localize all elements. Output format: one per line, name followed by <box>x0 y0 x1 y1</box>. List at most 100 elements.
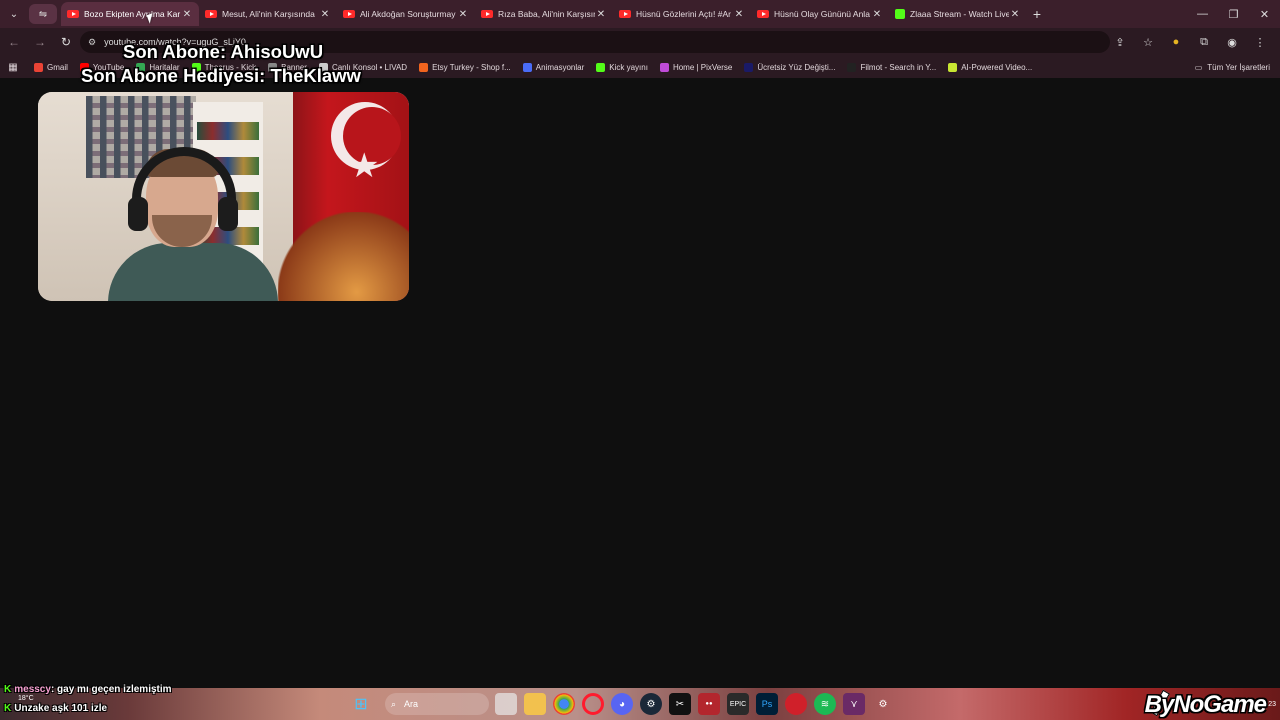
steam-icon[interactable]: ⚙ <box>640 693 662 715</box>
profile-icon[interactable]: ◉ <box>1218 36 1246 49</box>
bookmark-item[interactable]: Gmail <box>34 62 68 72</box>
tab-close-icon[interactable]: ✕ <box>871 9 883 20</box>
window-controls: — ❐ ✕ <box>1187 0 1280 28</box>
tab-title: Bozo Ekipten Ayrılma Kar <box>84 9 181 19</box>
bookmark-favicon-icon <box>596 62 606 72</box>
task-view-icon[interactable] <box>495 693 517 715</box>
folder-icon: ▭ <box>1194 62 1203 72</box>
bookmark-item[interactable]: Filmot - Search in Y... <box>847 62 936 72</box>
opera-icon[interactable] <box>582 693 604 715</box>
all-bookmarks-label: Tüm Yer İşaretleri <box>1207 62 1270 72</box>
site-info-icon[interactable]: ⚙ <box>88 37 96 48</box>
bookmark-favicon-icon <box>847 62 857 72</box>
bookmark-label: Home | PixVerse <box>672 62 733 72</box>
apps-grid-icon[interactable]: ▦ <box>0 62 26 73</box>
tab-close-icon[interactable]: ✕ <box>595 9 607 20</box>
windows-start-icon[interactable]: ⊞ <box>350 693 372 715</box>
tab-search-icon[interactable]: ⇋ <box>29 4 57 24</box>
tab-6[interactable]: Zlaaa Stream - Watch Live ✕ <box>889 2 1027 26</box>
chat-user: Unzake <box>14 703 50 714</box>
tab-title: Hüsnü Olay Gününü Anla <box>774 9 870 19</box>
all-bookmarks[interactable]: ▭ Tüm Yer İşaretleri <box>1195 56 1270 78</box>
streamer-brand: ByNoGame <box>1144 691 1267 718</box>
bookmark-label: Kick yayını <box>609 62 648 72</box>
bookmark-favicon-icon <box>419 62 429 72</box>
discord-icon[interactable]: ◕ <box>611 693 633 715</box>
last-subscriber: Son Abone: AhisoUwU <box>123 41 324 62</box>
youtube-favicon-icon <box>619 10 631 18</box>
streamer <box>108 147 278 301</box>
youtube-favicon-icon <box>481 10 493 18</box>
chat-message: K Unzake aşk 101 izle <box>4 703 107 714</box>
streaming-app-icon[interactable]: ●● <box>698 693 720 715</box>
obs-icon[interactable] <box>785 693 807 715</box>
tab-3[interactable]: Rıza Baba, Ali'nin Karşısın ✕ <box>475 2 613 26</box>
bookmark-label: AI-Powered Video... <box>961 62 1033 72</box>
tab-0[interactable]: Bozo Ekipten Ayrılma Kar ✕ <box>61 2 199 26</box>
kick-icon: K <box>4 684 12 695</box>
tab-title: Ali Akdoğan Soruşturmay <box>360 9 456 19</box>
extension-icon[interactable]: ● <box>1162 36 1190 48</box>
webcam-feed: ★ <box>38 92 409 301</box>
taskbar-search[interactable]: ⌕ Ara <box>385 693 489 715</box>
tab-4[interactable]: Hüsnü Gözlerini Açtı! #Ar ✕ <box>613 2 751 26</box>
bookmark-favicon-icon <box>659 62 669 72</box>
bookmark-label: Ücretsiz Yüz Değişti... <box>757 62 836 72</box>
reload-icon[interactable]: ↻ <box>54 30 78 54</box>
bookmark-item[interactable]: Etsy Turkey - Shop f... <box>419 62 511 72</box>
chrome-icon[interactable] <box>553 693 575 715</box>
chat-text: : gay mı geçen izlemiştim <box>50 684 172 695</box>
bookmark-item[interactable]: Kick yayını <box>596 62 648 72</box>
install-app-icon[interactable]: ⇪ <box>1106 36 1134 49</box>
bookmark-label: Gmail <box>47 62 68 72</box>
bookmark-item[interactable]: Home | PixVerse <box>659 62 733 72</box>
settings-icon[interactable]: ⚙ <box>872 693 894 715</box>
bookmark-item[interactable]: Ücretsiz Yüz Değişti... <box>744 62 836 72</box>
forward-icon[interactable]: → <box>28 30 52 54</box>
visual-studio-icon[interactable]: ⋎ <box>843 693 865 715</box>
bookmark-item[interactable]: Animasyonlar <box>522 62 584 72</box>
bookmark-star-icon[interactable]: ☆ <box>1134 36 1162 49</box>
tab-list-chevron-icon[interactable]: ⌄ <box>3 3 25 25</box>
capcut-icon[interactable]: ✂ <box>669 693 691 715</box>
spotify-icon[interactable]: ≋ <box>814 693 836 715</box>
photoshop-icon[interactable]: Ps <box>756 693 778 715</box>
youtube-favicon-icon <box>343 10 355 18</box>
youtube-favicon-icon <box>205 10 217 18</box>
weather-widget[interactable]: 18°C <box>18 695 34 702</box>
youtube-favicon-icon <box>67 10 79 18</box>
extensions-puzzle-icon[interactable]: ⧉ <box>1190 36 1218 49</box>
toolbar-actions: ⇪ ☆ ● ⧉ ◉ ⋮ <box>1106 28 1274 56</box>
tab-title: Mesut, Ali'nin Karşısında <box>222 9 315 19</box>
bookmark-favicon-icon <box>744 62 754 72</box>
restore-icon[interactable]: ❐ <box>1218 0 1249 28</box>
minimize-icon[interactable]: — <box>1187 0 1218 28</box>
chat-message: Kmesscy: gay mı geçen izlemiştim <box>4 684 172 695</box>
taskbar: ⊞ ⌕ Ara ◕ ⚙ ✂ ●● EPIC Ps ≋ ⋎ ⚙ ⌃ 14:23 <box>0 688 1280 720</box>
epic-games-icon[interactable]: EPIC <box>727 693 749 715</box>
file-explorer-icon[interactable] <box>524 693 546 715</box>
tab-close-icon[interactable]: ✕ <box>1009 9 1021 20</box>
tab-title: Zlaaa Stream - Watch Live <box>910 9 1009 19</box>
tab-close-icon[interactable]: ✕ <box>733 9 745 20</box>
tab-2[interactable]: Ali Akdoğan Soruşturmay ✕ <box>337 2 475 26</box>
close-window-icon[interactable]: ✕ <box>1249 0 1280 28</box>
bookmark-label: Etsy Turkey - Shop f... <box>432 62 511 72</box>
tab-close-icon[interactable]: ✕ <box>457 9 469 20</box>
tab-close-icon[interactable]: ✕ <box>319 9 331 20</box>
tab-5[interactable]: Hüsnü Olay Gününü Anla ✕ <box>751 2 889 26</box>
new-tab-button[interactable]: + <box>1027 6 1047 22</box>
chat-user: messcy <box>14 684 51 695</box>
tab-1[interactable]: Mesut, Ali'nin Karşısında ✕ <box>199 2 337 26</box>
last-gift-subscriber: Son Abone Hediyesi: TheKlaww <box>81 65 361 86</box>
tab-strip: ⌄ ⇋ Bozo Ekipten Ayrılma Kar ✕ Mesut, Ali'… <box>0 0 1280 28</box>
screen: ⌄ ⇋ Bozo Ekipten Ayrılma Kar ✕ Mesut, Ali'… <box>0 0 1280 720</box>
taskbar-search-label: Ara <box>404 699 419 709</box>
back-icon[interactable]: ← <box>2 30 26 54</box>
menu-icon[interactable]: ⋮ <box>1246 36 1274 49</box>
tab-title: Rıza Baba, Ali'nin Karşısın <box>498 9 595 19</box>
bookmark-item[interactable]: AI-Powered Video... <box>948 62 1033 72</box>
youtube-favicon-icon <box>757 10 769 18</box>
tabs: Bozo Ekipten Ayrılma Kar ✕ Mesut, Ali'nin … <box>61 0 1027 28</box>
tab-close-icon[interactable]: ✕ <box>181 9 193 20</box>
